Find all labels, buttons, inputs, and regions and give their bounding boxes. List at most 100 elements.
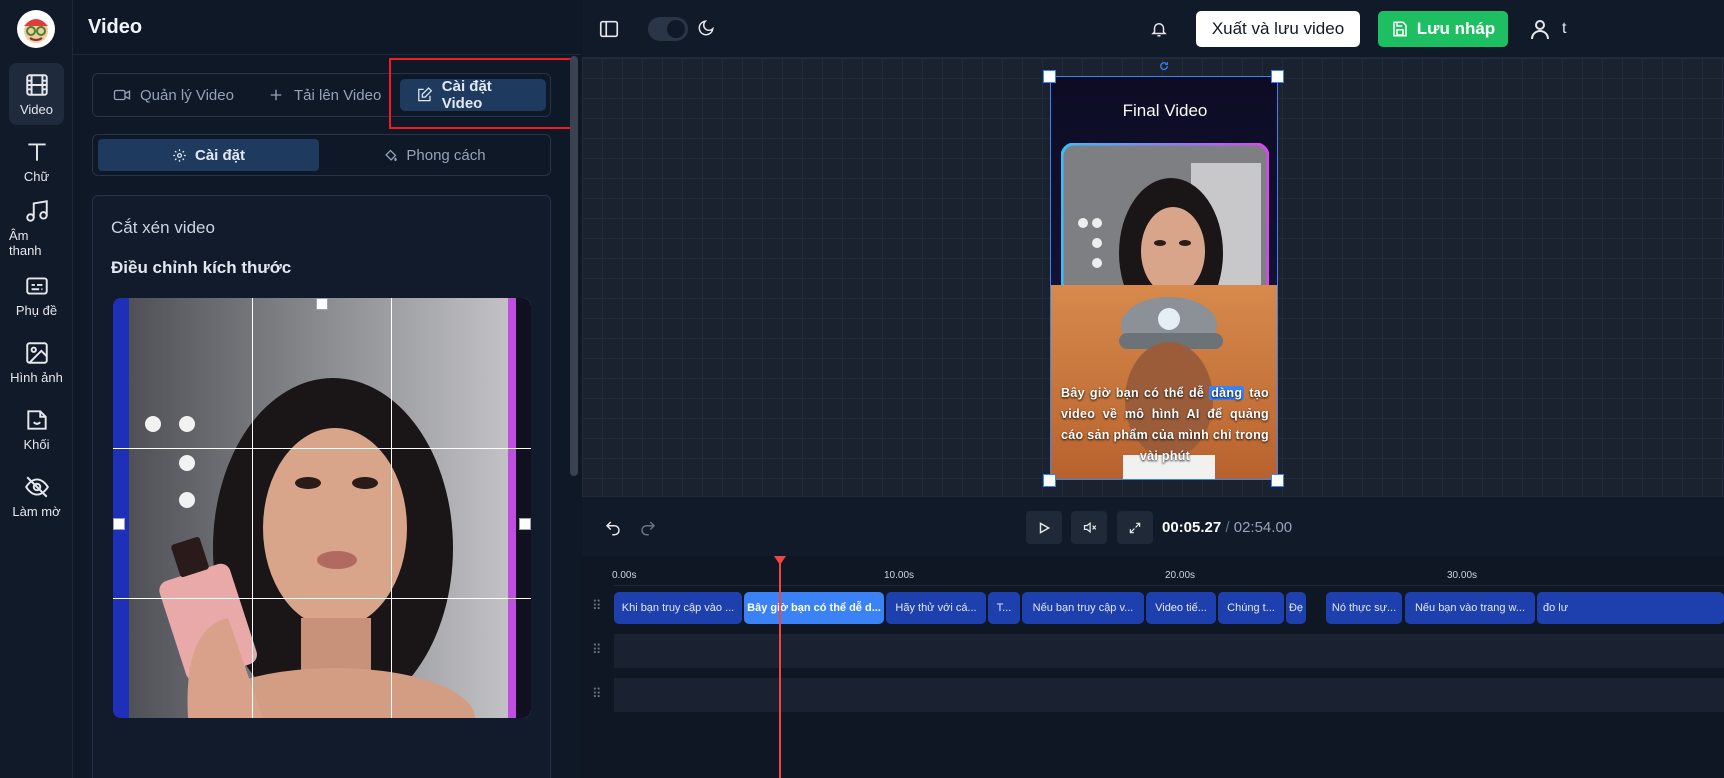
player-controls: 00:05.27 / 02:54.00 [582,496,1724,556]
left-rail: Video Chữ Âm thanh Phụ đề Hình ảnh Khối … [0,0,73,778]
rail-item-video[interactable]: Video [9,63,64,125]
tab-manage-video[interactable]: Quản lý Video [99,79,248,111]
annotation-highlight [389,58,576,129]
crop-handle-top[interactable] [316,298,328,310]
rail-item-blur[interactable]: Làm mờ [9,465,64,527]
gear-icon [173,148,186,162]
app-logo[interactable] [17,10,55,48]
grid-line [252,298,253,718]
grid-line [113,448,531,449]
resize-title: Điều chỉnh kích thước [111,258,292,277]
crop-handle-right[interactable] [519,518,531,530]
user-initial: t [1562,20,1567,37]
subtitle-text-before: Bây giờ bạn có thể dễ [1061,386,1210,400]
tab-label: Quản lý Video [140,86,234,104]
resize-handle-bottom-right[interactable] [1271,474,1284,487]
track-drag-handle[interactable]: ⠿ [592,598,601,614]
crop-handle-left[interactable] [113,518,125,530]
subtitle-clip[interactable]: Bây giờ bạn có thể dễ d... [744,592,884,624]
resize-handle-bottom-left[interactable] [1043,474,1056,487]
divider [73,54,581,55]
grid-line [113,598,531,599]
video-panel: Video Quản lý Video Tải lên Video Cài đặ… [73,0,581,778]
subtitle-clip[interactable]: Nếu bạn truy cập v... [1022,592,1144,624]
preview-title: Final Video [1122,101,1208,120]
text-icon [27,142,46,161]
crop-card: Cắt xén video Điều chỉnh kích thước [92,195,551,778]
grid-line [391,298,392,718]
panel-scrollbar[interactable] [570,56,578,476]
redo-icon[interactable] [639,519,657,537]
subtitle-clip[interactable]: Nó thực sự... [1326,592,1402,624]
current-time: 00:05.27 [1162,519,1222,536]
preview-canvas: Final Video Bây giờ bạn có thể dễ dàng t… [582,58,1724,496]
rail-item-images[interactable]: Hình ảnh [9,331,64,393]
tick-label: 0.00s [612,570,637,581]
total-time: 02:54.00 [1233,519,1293,536]
sidebar-toggle-icon[interactable] [598,18,620,40]
rail-label: Chữ [23,168,50,184]
overlay-video-top [1061,143,1269,285]
subtab-label: Phong cách [406,146,486,164]
fullscreen-button[interactable] [1117,511,1153,544]
settings-subtabs: Cài đặt Phong cách [92,134,551,176]
sticker-icon [26,409,47,430]
user-icon[interactable] [1528,16,1552,42]
tick-label: 30.00s [1447,570,1478,581]
tab-upload-video[interactable]: Tải lên Video [253,79,395,111]
volume-mute-icon [1083,521,1096,534]
rail-label: Phụ đề [15,302,58,318]
crop-title: Cắt xén video [111,218,215,237]
film-icon [25,73,48,96]
rotate-icon[interactable] [1159,61,1169,71]
moon-icon [698,20,714,36]
subtitle-clip[interactable]: Chúng t... [1218,592,1284,624]
rail-label: Làm mờ [12,503,61,519]
music-icon [25,200,48,222]
subtitle-clip[interactable]: Nếu bạn vào trang w... [1405,592,1535,624]
resize-handle-top-left[interactable] [1043,70,1056,83]
rail-label: Hình ảnh [10,369,63,385]
save-icon [1393,21,1407,37]
tick-label: 20.00s [1165,570,1196,581]
export-save-button[interactable]: Xuất và lưu video [1196,11,1360,47]
rail-label: Khối [23,436,50,452]
subtitle-clip[interactable]: Video tiế... [1146,592,1216,624]
tick-label: 10.00s [884,570,915,581]
tab-label: Tải lên Video [294,86,382,104]
plus-icon [270,89,282,101]
time-display: 00:05.27 / 02:54.00 [1162,519,1292,536]
video-preview[interactable]: Final Video Bây giờ bạn có thể dễ dàng t… [1050,76,1278,480]
crop-preview[interactable] [113,298,531,718]
subtitle-clip[interactable]: Đẹ [1286,592,1306,624]
subtitle-icon [25,276,48,295]
subtitle-clip[interactable]: Khi bạn truy cập vào ... [614,592,742,624]
subtitle-clip[interactable]: đo lư [1537,592,1724,624]
save-draft-label: Lưu nháp [1416,19,1496,38]
play-button[interactable] [1026,511,1062,544]
mute-button[interactable] [1071,511,1107,544]
subtitle-clip[interactable]: Hãy thử với cá... [886,592,986,624]
track-drag-handle[interactable]: ⠿ [592,642,601,658]
undo-icon[interactable] [604,519,622,537]
subtab-style[interactable]: Phong cách [324,139,545,171]
theme-toggle[interactable] [648,17,688,41]
track-drag-handle[interactable]: ⠿ [592,686,601,702]
subtab-settings[interactable]: Cài đặt [98,139,319,171]
subtitle-clip[interactable]: T... [988,592,1020,624]
save-draft-button[interactable]: Lưu nháp [1378,11,1508,47]
rail-item-audio[interactable]: Âm thanh [9,197,64,259]
rail-item-text[interactable]: Chữ [9,130,64,192]
image-icon [25,341,48,364]
bell-icon[interactable] [1150,20,1168,38]
crop-video-frame [113,298,531,718]
playhead[interactable] [779,556,781,778]
rail-item-subtitles[interactable]: Phụ đề [9,264,64,326]
playhead-marker[interactable] [774,556,786,565]
subtitle-overlay[interactable]: Bây giờ bạn có thể dễ dàng tạo video về … [1061,383,1269,467]
time-separator: / [1225,519,1230,536]
eye-off-icon [24,476,49,497]
rail-label: Video [19,101,53,117]
resize-handle-top-right[interactable] [1271,70,1284,83]
rail-item-blocks[interactable]: Khối [9,398,64,460]
